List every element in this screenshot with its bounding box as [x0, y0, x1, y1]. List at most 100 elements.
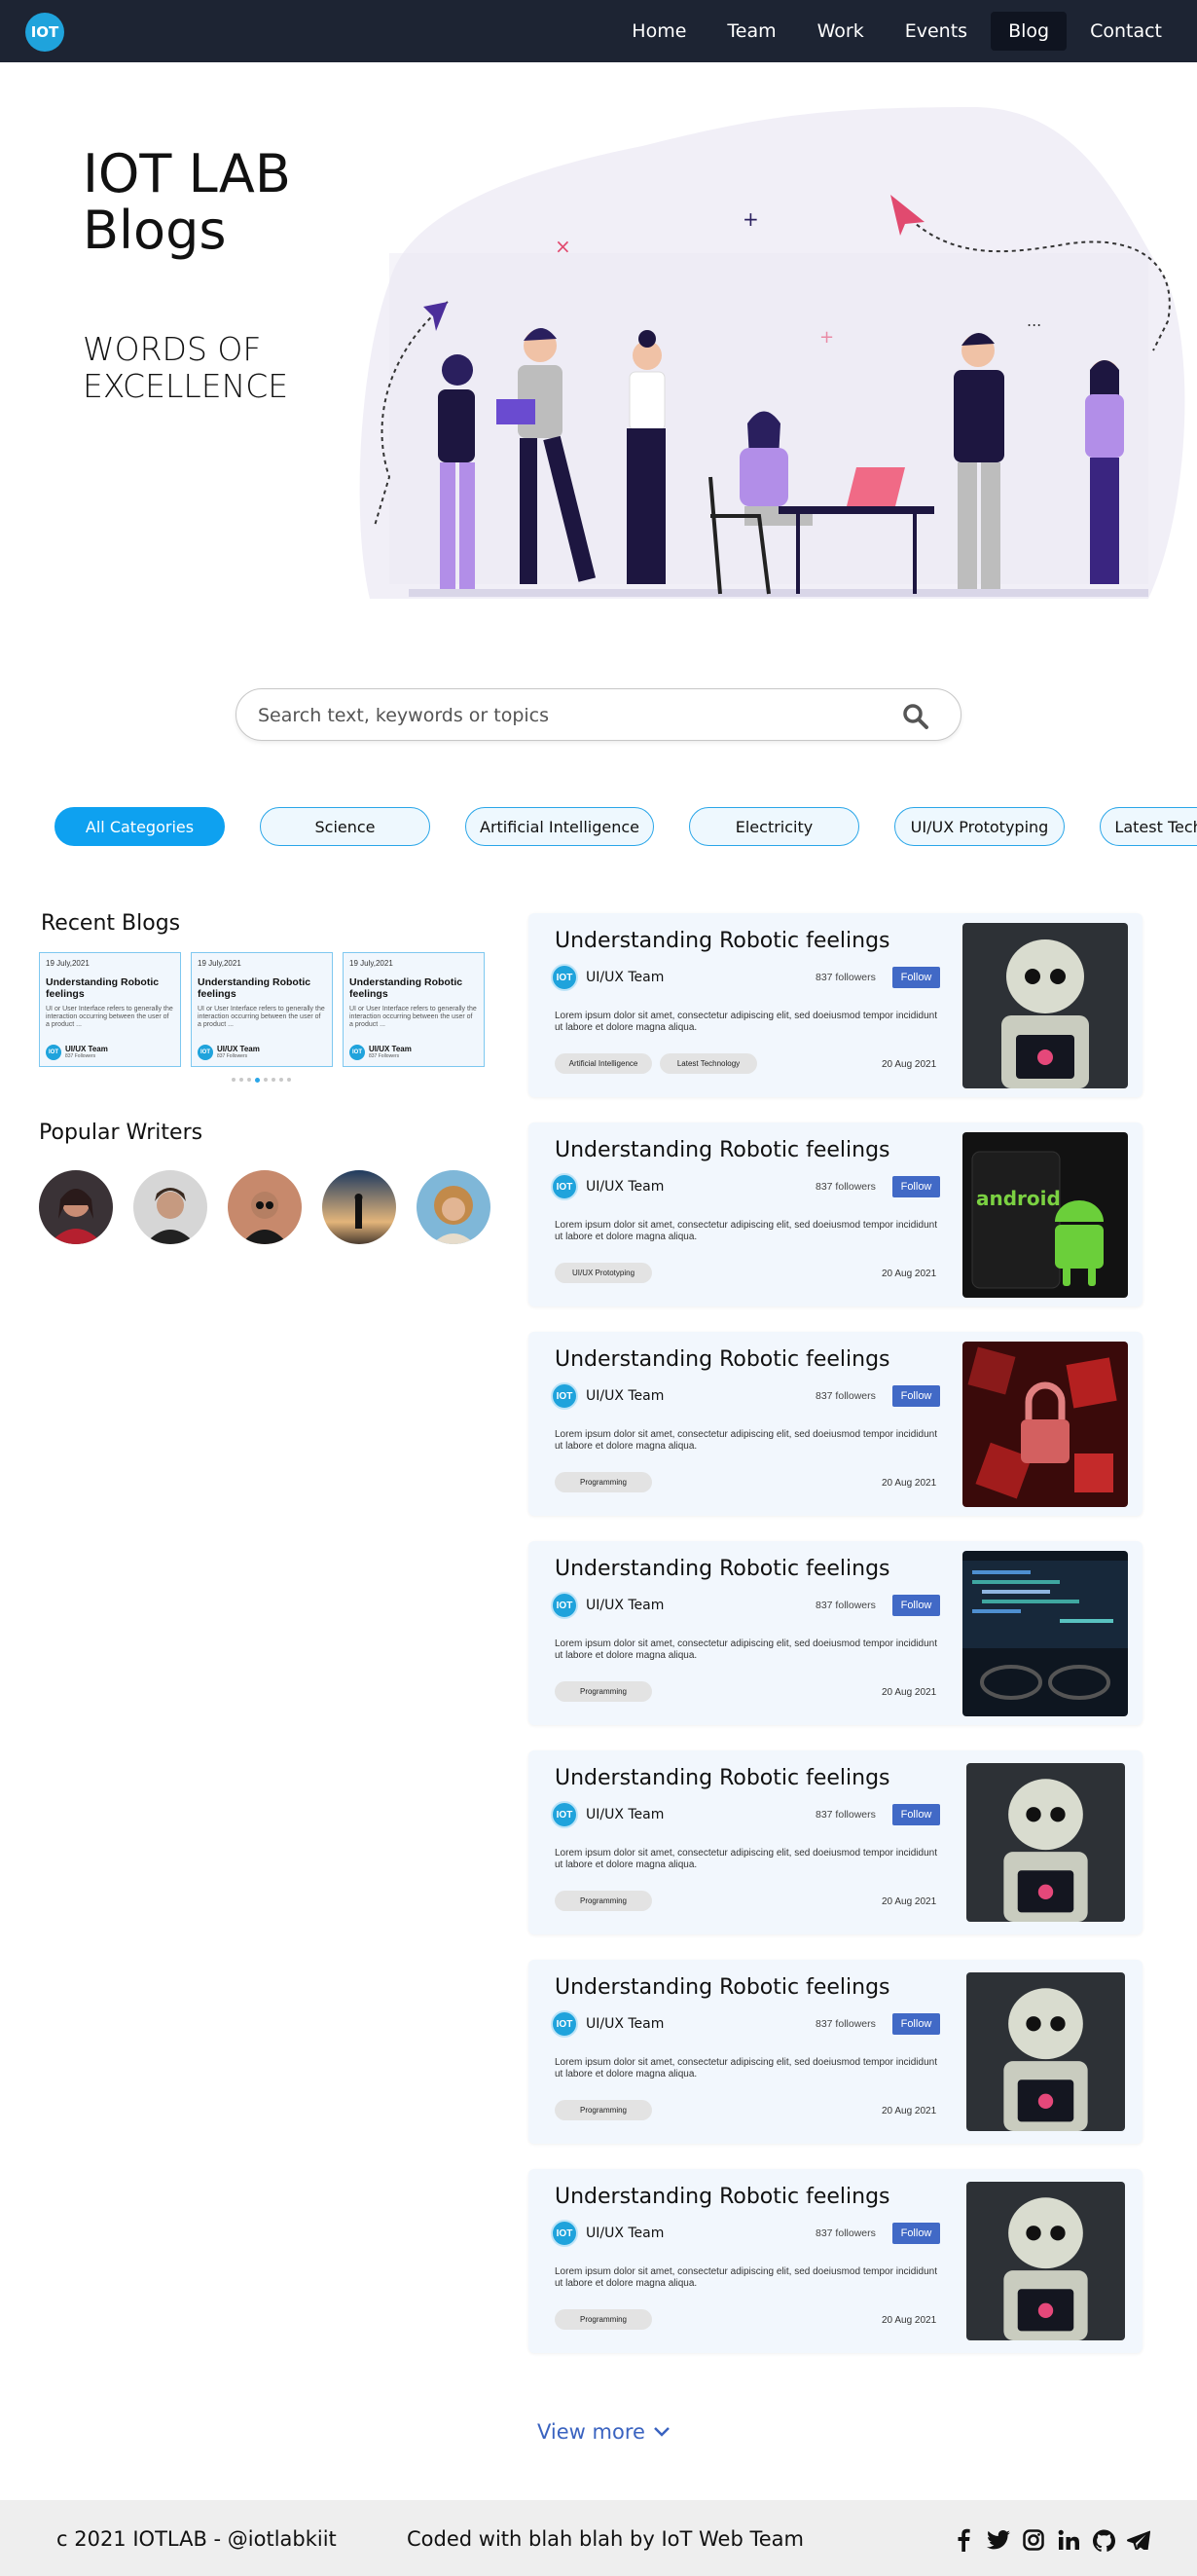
view-more-link[interactable]: View more: [537, 2420, 671, 2444]
writer-avatar[interactable]: [417, 1170, 490, 1244]
github-icon[interactable]: [1092, 2528, 1115, 2552]
blog-thumbnail-robot[interactable]: [966, 1763, 1125, 1922]
blog-author: IOT UI/UX Team: [551, 1173, 664, 1200]
blog-title[interactable]: Understanding Robotic feelings: [555, 1347, 890, 1372]
blog-author: IOT UI/UX Team: [551, 1801, 664, 1828]
category-electricity[interactable]: Electricity: [689, 807, 859, 846]
follow-button[interactable]: Follow: [892, 2223, 940, 2244]
recent-card[interactable]: 19 July,2021 Understanding Robotic feeli…: [191, 952, 333, 1067]
iot-logo[interactable]: IOT: [25, 13, 64, 52]
recent-card-date: 19 July,2021: [198, 959, 241, 968]
blog-title[interactable]: Understanding Robotic feelings: [555, 1138, 890, 1162]
blog-author: IOT UI/UX Team: [551, 1382, 664, 1410]
blog-card[interactable]: Understanding Robotic feelings IOT UI/UX …: [528, 913, 1143, 1097]
writer-avatar[interactable]: [133, 1170, 207, 1244]
carousel-dot[interactable]: [287, 1078, 291, 1082]
blog-thumbnail-robot[interactable]: [966, 1972, 1125, 2131]
follow-button[interactable]: Follow: [892, 1804, 940, 1825]
telegram-icon[interactable]: [1127, 2528, 1150, 2552]
team-illustration: × + + ...: [359, 107, 1185, 599]
blog-date: 20 Aug 2021: [882, 1478, 937, 1489]
blog-thumbnail-code[interactable]: [962, 1551, 1128, 1716]
blog-tag[interactable]: Programming: [555, 2309, 652, 2330]
author-name[interactable]: UI/UX Team: [586, 1807, 664, 1822]
search-input[interactable]: [258, 701, 881, 730]
blog-card[interactable]: Understanding Robotic feelings IOT UI/UX …: [528, 2169, 1143, 2353]
author-logo: IOT: [551, 2220, 578, 2247]
category-latest-tech[interactable]: Latest Technology: [1100, 807, 1197, 846]
author-name[interactable]: UI/UX Team: [586, 970, 664, 985]
carousel-dot[interactable]: [264, 1078, 268, 1082]
follow-button[interactable]: Follow: [892, 1385, 940, 1407]
author-logo: IOT: [349, 1045, 365, 1060]
blog-tags: Programming: [555, 1681, 652, 1702]
recent-card[interactable]: 19 July,2021 Understanding Robotic feeli…: [39, 952, 181, 1067]
twitter-icon[interactable]: [987, 2528, 1010, 2552]
nav-home[interactable]: Home: [614, 12, 704, 51]
blog-card[interactable]: Understanding Robotic feelings IOT UI/UX …: [528, 1960, 1143, 2144]
category-science[interactable]: Science: [260, 807, 430, 846]
blog-title[interactable]: Understanding Robotic feelings: [555, 1975, 890, 2000]
follow-button[interactable]: Follow: [892, 2013, 940, 2035]
search-icon[interactable]: [902, 703, 929, 730]
blog-thumbnail-android[interactable]: android: [962, 1132, 1128, 1298]
blog-title[interactable]: Understanding Robotic feelings: [555, 929, 890, 953]
blog-thumbnail-robot[interactable]: [966, 2182, 1125, 2340]
blog-tag[interactable]: Latest Technology: [660, 1053, 757, 1074]
blog-card[interactable]: Understanding Robotic feelings IOT UI/UX …: [528, 1332, 1143, 1516]
blog-tag[interactable]: Programming: [555, 2100, 652, 2120]
author-name[interactable]: UI/UX Team: [586, 2016, 664, 2032]
svg-text:android: android: [976, 1187, 1061, 1210]
blog-thumbnail-robot[interactable]: [962, 923, 1128, 1088]
carousel-dot[interactable]: [279, 1078, 283, 1082]
blog-tag[interactable]: Programming: [555, 1681, 652, 1702]
category-all[interactable]: All Categories: [54, 807, 225, 846]
recent-card-title: Understanding Robotic feelings: [46, 976, 160, 1000]
category-ai[interactable]: Artificial Intelligence: [465, 807, 654, 846]
blog-thumbnail-lock[interactable]: [962, 1342, 1128, 1507]
nav-events[interactable]: Events: [888, 12, 985, 51]
category-uiux[interactable]: UI/UX Prototyping: [894, 807, 1065, 846]
blog-tag[interactable]: UI/UX Prototyping: [555, 1263, 652, 1283]
instagram-icon[interactable]: [1022, 2528, 1045, 2552]
author-name[interactable]: UI/UX Team: [586, 1388, 664, 1404]
blog-tag[interactable]: Programming: [555, 1472, 652, 1492]
follow-button[interactable]: Follow: [892, 1176, 940, 1197]
carousel-dot[interactable]: [232, 1078, 236, 1082]
facebook-icon[interactable]: [952, 2528, 975, 2552]
recent-card-author: IOT UI/UX Team 837 Followers: [198, 1045, 260, 1060]
author-logo: IOT: [551, 1592, 578, 1619]
followers-count: 837 followers: [816, 972, 876, 983]
blog-tag[interactable]: Programming: [555, 1891, 652, 1911]
follow-button[interactable]: Follow: [892, 1595, 940, 1616]
blog-card[interactable]: Understanding Robotic feelings IOT UI/UX …: [528, 1541, 1143, 1725]
blog-tags: Programming: [555, 2100, 652, 2120]
writer-avatar[interactable]: [228, 1170, 302, 1244]
blog-card[interactable]: Understanding Robotic feelings IOT UI/UX …: [528, 1122, 1143, 1306]
blog-card[interactable]: Understanding Robotic feelings IOT UI/UX …: [528, 1750, 1143, 1934]
linkedin-icon[interactable]: [1057, 2528, 1080, 2552]
recent-card[interactable]: 19 July,2021 Understanding Robotic feeli…: [343, 952, 485, 1067]
follow-button[interactable]: Follow: [892, 967, 940, 988]
blog-tag[interactable]: Artificial Intelligence: [555, 1053, 652, 1074]
carousel-dot[interactable]: [239, 1078, 243, 1082]
blog-title[interactable]: Understanding Robotic feelings: [555, 1766, 890, 1790]
nav-blog[interactable]: Blog: [991, 12, 1068, 51]
author-logo: IOT: [551, 2010, 578, 2038]
carousel-dot[interactable]: [272, 1078, 275, 1082]
carousel-dot[interactable]: [247, 1078, 251, 1082]
author-name[interactable]: UI/UX Team: [586, 1179, 664, 1195]
nav-team[interactable]: Team: [709, 12, 793, 51]
hero-title-line-2: Blogs: [83, 200, 227, 261]
nav-work[interactable]: Work: [800, 12, 882, 51]
blog-title[interactable]: Understanding Robotic feelings: [555, 1557, 890, 1581]
writer-avatar[interactable]: [39, 1170, 113, 1244]
author-name[interactable]: UI/UX Team: [586, 2226, 664, 2241]
writer-avatar[interactable]: [322, 1170, 396, 1244]
followers-count: 837 followers: [816, 1181, 876, 1193]
nav-contact[interactable]: Contact: [1072, 12, 1179, 51]
blog-title[interactable]: Understanding Robotic feelings: [555, 2185, 890, 2209]
author-name[interactable]: UI/UX Team: [586, 1598, 664, 1613]
carousel-dot-active[interactable]: [255, 1078, 260, 1083]
blog-tags: Programming: [555, 1891, 652, 1911]
